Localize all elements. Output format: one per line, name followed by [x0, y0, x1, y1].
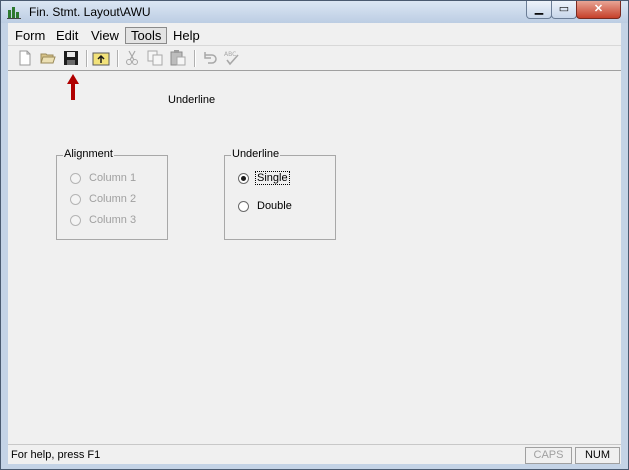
title-bar[interactable]: Fin. Stmt. Layout\AWU ▁ ▭ ✕: [1, 1, 628, 23]
radio-label: Column 3: [89, 214, 137, 226]
radio-button-selected[interactable]: [238, 173, 249, 184]
alignment-group: Alignment Column 1 Column 2 Column 3: [56, 148, 168, 240]
menu-tools[interactable]: Tools: [125, 27, 168, 44]
folder-up-icon[interactable]: [92, 49, 110, 67]
maximize-icon: ▭: [558, 3, 570, 15]
spell-check-glyph: ABC: [224, 51, 236, 58]
minimize-icon: ▁: [534, 3, 544, 15]
radio-label: Column 1: [89, 172, 137, 184]
close-icon: ✕: [593, 3, 604, 15]
alignment-group-title: Alignment: [63, 148, 114, 160]
caps-indicator: CAPS: [525, 447, 572, 464]
underline-group-title: Underline: [231, 148, 281, 160]
radio-label: Column 2: [89, 193, 137, 205]
open-folder-icon[interactable]: [39, 49, 57, 67]
spell-check-icon[interactable]: ABC: [223, 49, 241, 67]
cut-icon[interactable]: [123, 49, 141, 67]
radio-button[interactable]: [70, 194, 81, 205]
new-file-icon[interactable]: [16, 49, 34, 67]
status-bar: For help, press F1 CAPS NUM: [8, 444, 621, 464]
radio-button[interactable]: [70, 173, 81, 184]
copy-icon[interactable]: [146, 49, 164, 67]
client-area: Form Edit View Tools Help ABC Underline …: [8, 23, 621, 464]
app-icon: [7, 5, 23, 19]
window-title: Fin. Stmt. Layout\AWU: [29, 5, 151, 19]
toolbar: ABC: [8, 45, 621, 71]
toolbar-separator: [194, 50, 196, 67]
application-window: Fin. Stmt. Layout\AWU ▁ ▭ ✕ Form Edit Vi…: [0, 0, 629, 470]
toolbar-separator: [86, 50, 88, 67]
underline-group: Underline Single Double: [224, 148, 336, 240]
undo-icon[interactable]: [200, 49, 218, 67]
menu-bar: Form Edit View Tools Help: [8, 25, 621, 45]
num-indicator: NUM: [575, 447, 620, 464]
menu-edit[interactable]: Edit: [51, 27, 83, 44]
save-icon[interactable]: [62, 49, 80, 67]
radio-dot: [241, 176, 246, 181]
annotation-arrow: [67, 74, 79, 100]
minimize-button[interactable]: ▁: [526, 1, 552, 19]
radio-button[interactable]: [238, 201, 249, 212]
toolbar-separator: [117, 50, 119, 67]
status-help-text: For help, press F1: [11, 449, 101, 461]
page-heading: Underline: [168, 94, 216, 106]
menu-view[interactable]: View: [86, 27, 124, 44]
radio-label: Single: [255, 171, 290, 185]
close-button[interactable]: ✕: [576, 1, 621, 19]
menu-form[interactable]: Form: [10, 27, 50, 44]
radio-button[interactable]: [70, 215, 81, 226]
radio-label: Double: [257, 200, 292, 212]
menu-help[interactable]: Help: [168, 27, 205, 44]
paste-icon[interactable]: [169, 49, 187, 67]
maximize-button[interactable]: ▭: [551, 1, 577, 19]
